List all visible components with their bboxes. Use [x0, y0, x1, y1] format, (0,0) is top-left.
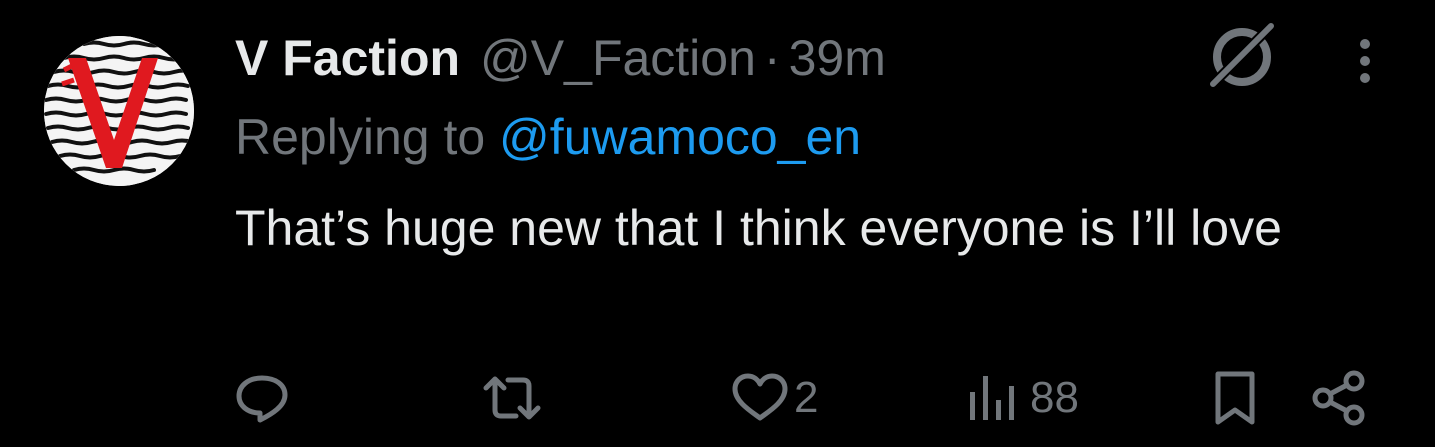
replying-to: Replying to @fuwamoco_en	[235, 107, 861, 167]
like-count: 2	[794, 373, 819, 422]
views-count: 88	[1030, 373, 1079, 422]
share-button[interactable]	[1310, 368, 1370, 428]
heart-icon	[732, 373, 788, 421]
reply-mention-link[interactable]: @fuwamoco_en	[499, 109, 861, 165]
avatar-logo-icon	[44, 36, 194, 186]
views-button[interactable]: 88	[966, 368, 1079, 428]
like-button[interactable]: 2	[730, 368, 818, 428]
reply-button[interactable]	[232, 368, 292, 428]
separator-dot: ·	[763, 30, 781, 86]
bookmark-button[interactable]	[1210, 368, 1260, 428]
views-icon	[970, 376, 1014, 420]
timestamp[interactable]: 39m	[789, 28, 886, 88]
bookmark-icon	[1215, 371, 1255, 425]
user-handle[interactable]: @V_Faction	[480, 28, 756, 88]
retweet-icon	[483, 376, 541, 420]
grok-icon[interactable]	[1205, 20, 1280, 90]
avatar[interactable]	[44, 36, 194, 186]
tweet-text: That’s huge new that I think everyone is…	[235, 200, 1282, 256]
display-name[interactable]: V Faction	[235, 28, 460, 88]
tweet: V Faction @V_Faction · 39m Replying to @…	[0, 0, 1435, 447]
tweet-header: V Faction @V_Faction · 39m	[235, 28, 886, 88]
reply-icon	[236, 375, 288, 423]
replying-to-label: Replying to	[235, 109, 500, 165]
more-options-icon[interactable]	[1345, 36, 1385, 86]
share-icon	[1312, 370, 1365, 426]
retweet-button[interactable]	[482, 368, 542, 428]
